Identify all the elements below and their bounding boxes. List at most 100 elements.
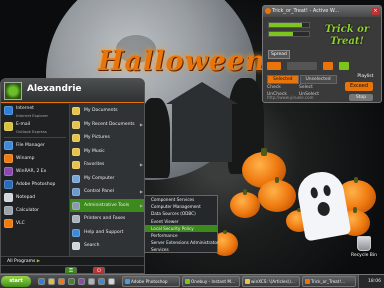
menu-item-my-computer[interactable]: My Computer (70, 172, 144, 186)
start-menu-left-pane: Internet Internet Explorer E-mail Outloo… (1, 104, 69, 256)
start-menu-right-pane: My Documents My Recent Documents ▶ My Pic… (69, 104, 144, 256)
menu-item-printers[interactable]: Printers and Faxes (70, 212, 144, 226)
exceed-button[interactable]: Exceed (345, 82, 373, 91)
submenu-item[interactable]: Component Services (145, 196, 217, 203)
submenu-item[interactable]: Event Viewer (145, 218, 217, 225)
recent-item[interactable]: Notepad (1, 191, 69, 204)
taskbar-button[interactable]: Trick_or_Treat!... (302, 276, 356, 287)
menu-item-my-music[interactable]: My Music (70, 145, 144, 159)
quick-launch-icon[interactable] (98, 278, 105, 285)
printer-icon (72, 215, 80, 223)
menu-item-help[interactable]: Help and Support (70, 226, 144, 240)
ghost-eye (322, 184, 332, 197)
close-icon[interactable]: × (372, 8, 379, 15)
option-check[interactable]: Check (267, 84, 299, 91)
documents-icon (72, 107, 80, 115)
menu-item-administrative-tools[interactable]: Administrative Tools ▶ (70, 198, 144, 212)
clock[interactable]: 18:06 (368, 279, 381, 284)
submenu-item[interactable]: Services (145, 246, 217, 253)
quick-launch-icon[interactable] (88, 278, 95, 285)
menu-item-search[interactable]: Search (70, 239, 144, 253)
window-title: Trick_or_Treat! - Active W... (272, 8, 340, 14)
toolbar-button[interactable] (339, 62, 350, 70)
toolbar-slider[interactable] (287, 62, 318, 70)
trick-or-treat-logo: Trick or Treat! (324, 24, 370, 47)
recent-item[interactable]: WinRAR, 2 Ex (1, 165, 69, 178)
playlist-label[interactable]: Playlist (355, 73, 375, 81)
quick-launch-icon[interactable] (108, 278, 115, 285)
avatar[interactable] (4, 82, 22, 100)
start-button[interactable]: start (1, 276, 31, 287)
menu-item-label: My Music (84, 148, 105, 154)
stop-button[interactable]: Stop (349, 94, 373, 101)
recycle-bin[interactable]: Recycle Bin (351, 236, 377, 258)
quick-launch-icon[interactable] (78, 278, 85, 285)
username: Alexandrie (27, 84, 82, 94)
taskbar-button-label: Trick_or_Treat!... (311, 279, 346, 284)
vlc-icon (4, 219, 13, 228)
menu-item-my-documents[interactable]: My Documents (70, 104, 144, 118)
menu-item-label: Administrative Tools (84, 202, 130, 208)
menu-item-label: Control Panel (84, 189, 114, 194)
start-menu: Alexandrie Internet Internet Explorer E-… (0, 78, 145, 274)
window-titlebar[interactable]: Trick_or_Treat! - Active W... × (263, 6, 381, 17)
taskbar: start Adobe Photoshop Onebuy - Instant M… (0, 274, 384, 288)
pinned-sublabel: Internet Explorer (16, 113, 49, 118)
pumpkin (230, 189, 260, 218)
progress-bar (268, 22, 310, 28)
quick-launch-icon[interactable] (38, 278, 45, 285)
taskbar-button[interactable]: Onebuy - Instant M... (182, 276, 240, 287)
quick-launch-icon[interactable] (48, 278, 55, 285)
arrow-right-icon: ▶ (36, 259, 41, 264)
tab-unselected[interactable]: Unselected (299, 75, 337, 84)
app-icon (305, 279, 310, 284)
pinned-item-email[interactable]: E-mail Outlook Express (1, 120, 69, 136)
menu-item-my-pictures[interactable]: My Pictures (70, 131, 144, 145)
submenu-item[interactable]: Performance (145, 232, 217, 239)
toolbar-button[interactable] (323, 62, 334, 70)
chevron-right-icon: ▶ (139, 202, 143, 208)
trick-or-treat-window: Trick_or_Treat! - Active W... × Spread T… (262, 5, 382, 103)
tab-selected[interactable]: Selected (267, 75, 299, 84)
spread-button[interactable]: Spread (268, 50, 290, 59)
taskbar-button-label: winXCS: \(Articles\)... (251, 279, 295, 284)
recent-label: Calculator (16, 208, 39, 213)
taskbar-button[interactable]: Adobe Photoshop (122, 276, 180, 287)
recent-item[interactable]: File Manager (1, 139, 69, 152)
submenu-item[interactable]: Computer Management (145, 203, 217, 210)
submenu-item[interactable]: Local Security Policy (145, 224, 217, 232)
pinned-label: E-mail (16, 122, 31, 127)
option-select[interactable]: Select (299, 84, 331, 91)
quick-launch-icon[interactable] (68, 278, 75, 285)
pumpkin (258, 176, 296, 212)
all-programs-button[interactable]: All Programs ▶ (1, 256, 144, 265)
recent-item[interactable]: Adobe Photoshop (1, 178, 69, 191)
recent-item[interactable]: Winamp (1, 152, 69, 165)
recent-item[interactable]: VLC (1, 217, 69, 230)
submenu-item[interactable]: Server Extensions Administrator (145, 239, 219, 246)
admin-tools-icon (72, 201, 80, 210)
menu-item-label: My Pictures (84, 135, 110, 140)
toolbar-button[interactable] (267, 62, 281, 70)
submenu-item[interactable]: Data Sources (ODBC) (145, 210, 217, 217)
halloween-title: Halloween (98, 46, 266, 77)
log-off-button[interactable]: ⚿ (65, 267, 77, 273)
mail-icon (4, 122, 13, 131)
quick-launch-icon[interactable] (58, 278, 65, 285)
winrar-icon (4, 167, 13, 176)
haunted-house (166, 82, 238, 162)
selection-tabs: Selected Unselected (267, 75, 338, 84)
menu-item-label: My Recent Documents (84, 121, 135, 127)
administrative-tools-submenu: Component Services Computer Management D… (144, 195, 219, 253)
menu-item-recent-documents[interactable]: My Recent Documents ▶ (70, 118, 144, 132)
menu-item-favorites[interactable]: Favorites ▶ (70, 158, 144, 172)
pinned-item-internet[interactable]: Internet Internet Explorer (1, 104, 69, 120)
menu-item-label: My Computer (84, 175, 115, 181)
menu-item-control-panel[interactable]: Control Panel ▶ (70, 185, 144, 199)
favorites-icon (72, 161, 80, 169)
turn-off-button[interactable]: ⏻ (93, 267, 105, 273)
taskbar-button[interactable]: winXCS: \(Articles\)... (242, 276, 300, 287)
website-link[interactable]: http://www.yiruele.com (267, 95, 313, 100)
recent-label: WinRAR, 2 Ex (16, 169, 47, 174)
recent-item[interactable]: Calculator (1, 204, 69, 217)
